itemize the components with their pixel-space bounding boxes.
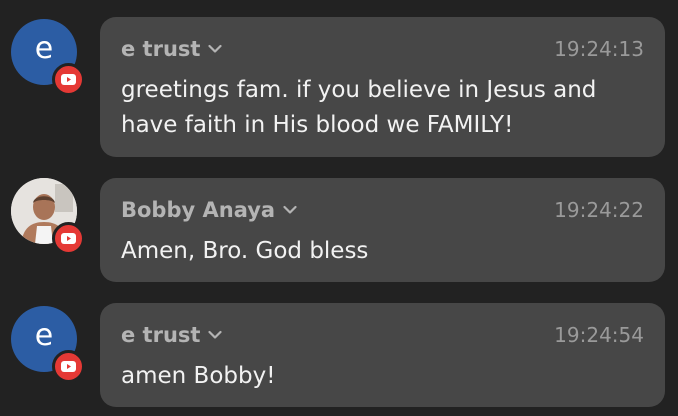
message-timestamp: 19:24:13: [554, 37, 644, 61]
youtube-icon: [52, 350, 85, 383]
author-avatar-container[interactable]: e: [11, 306, 85, 383]
chevron-down-icon[interactable]: [283, 205, 297, 215]
message-bubble: Bobby Anaya 19:24:22 Amen, Bro. God bles…: [100, 178, 665, 282]
author-menu-toggle[interactable]: e trust: [121, 323, 223, 347]
message-bubble: e trust 19:24:13 greetings fam. if you b…: [100, 17, 665, 157]
chat-message: e e trust 19:24:13 greetings fam. if you…: [0, 17, 678, 157]
chat-feed: e e trust 19:24:13 greetings fam. if you…: [0, 0, 678, 416]
message-text: greetings fam. if you believe in Jesus a…: [121, 77, 597, 138]
chat-message: e e trust 19:24:54 amen Bobby!: [0, 303, 678, 407]
chevron-down-icon[interactable]: [208, 44, 223, 54]
youtube-icon: [52, 222, 85, 255]
author-menu-toggle[interactable]: Bobby Anaya: [121, 198, 297, 222]
author-name[interactable]: e trust: [121, 37, 200, 61]
author-name[interactable]: Bobby Anaya: [121, 198, 275, 222]
author-menu-toggle[interactable]: e trust: [121, 37, 223, 61]
message-timestamp: 19:24:54: [554, 323, 644, 347]
chat-message: Bobby Anaya 19:24:22 Amen, Bro. God bles…: [0, 178, 678, 282]
author-avatar-container[interactable]: e: [11, 19, 85, 96]
message-text: Amen, Bro. God bless: [121, 238, 369, 264]
author-avatar-container[interactable]: [11, 178, 85, 255]
message-timestamp: 19:24:22: [554, 198, 644, 222]
message-text: amen Bobby!: [121, 363, 276, 389]
chevron-down-icon[interactable]: [208, 330, 223, 340]
author-name[interactable]: e trust: [121, 323, 200, 347]
youtube-icon: [52, 63, 85, 96]
message-bubble: e trust 19:24:54 amen Bobby!: [100, 303, 665, 407]
